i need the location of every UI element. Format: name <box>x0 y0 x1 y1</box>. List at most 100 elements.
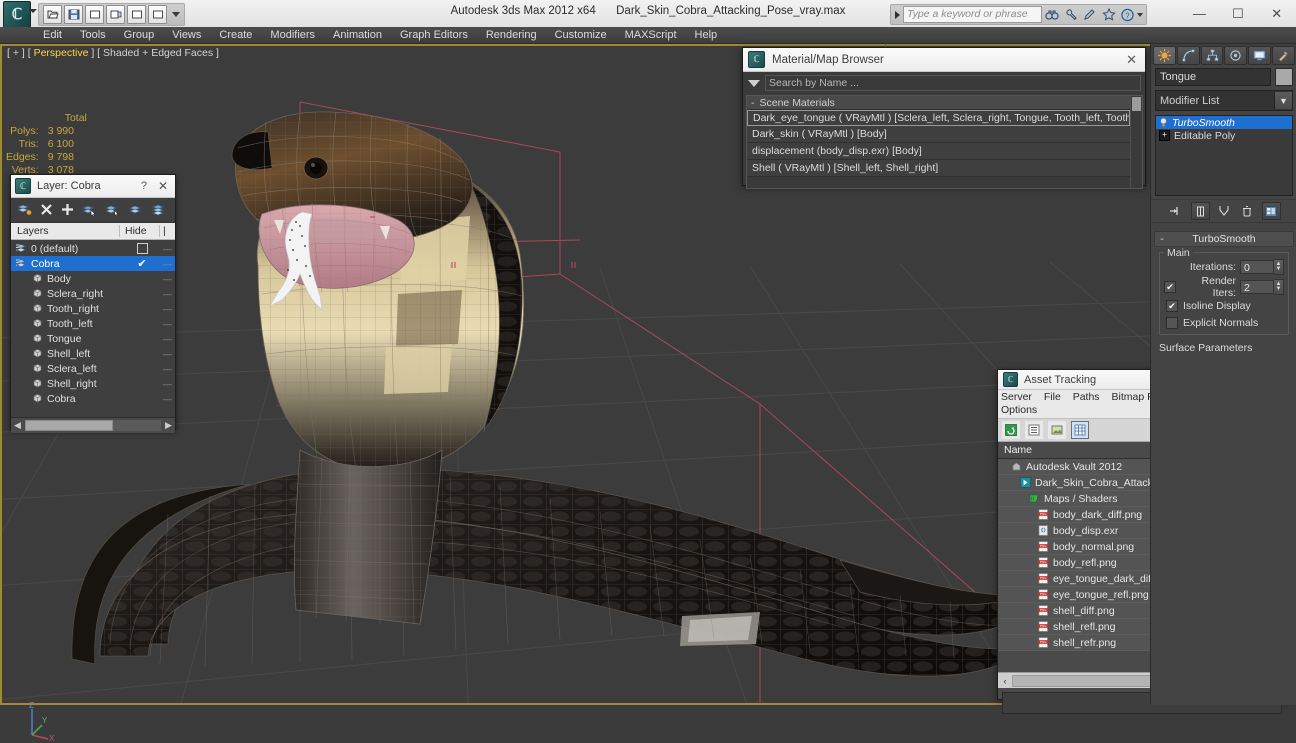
layer-row-color[interactable]: –– <box>159 379 175 389</box>
menu-views[interactable]: Views <box>163 27 210 44</box>
layer-row[interactable]: 0 (default) –– <box>11 241 175 256</box>
grid-view-icon[interactable] <box>1071 421 1089 439</box>
menu-maxscript[interactable]: MAXScript <box>616 27 686 44</box>
material-list[interactable]: Dark_eye_tongue ( VRayMtl ) [Sclera_left… <box>747 110 1130 177</box>
layer-row-color[interactable]: –– <box>159 259 175 269</box>
rollout-collapse-icon[interactable]: - <box>1155 233 1169 245</box>
layer-scroll-thumb[interactable] <box>25 420 113 431</box>
viewport-view-name[interactable]: Perspective <box>34 47 89 59</box>
isoline-display-row[interactable]: ✔ Isoline Display <box>1164 300 1284 312</box>
remove-modifier-icon[interactable] <box>1239 203 1256 219</box>
render-iters-input[interactable]: 2 <box>1240 280 1274 294</box>
layer-row-color[interactable]: –– <box>159 289 175 299</box>
object-name-field[interactable]: Tongue <box>1155 67 1271 86</box>
layer-row-hide-toggle[interactable]: ✔ <box>125 257 159 270</box>
modify-tab[interactable] <box>1176 45 1200 65</box>
material-browser-close-button[interactable]: ✕ <box>1126 52 1140 68</box>
menu-animation[interactable]: Animation <box>324 27 391 44</box>
hierarchy-tab[interactable] <box>1200 45 1224 65</box>
material-row[interactable]: Dark_eye_tongue ( VRayMtl ) [Sclera_left… <box>747 110 1130 126</box>
layer-list[interactable]: 0 (default) –– Cobra ✔ –– Body –– Sclera_right –… <box>11 240 175 417</box>
material-row[interactable]: Shell ( VRayMtl ) [Shell_left, Shell_rig… <box>747 160 1130 177</box>
viewport-shading-mode[interactable]: Shaded + Edged Faces <box>103 47 213 59</box>
iterations-input[interactable]: 0 <box>1240 260 1274 274</box>
layer-dialog-help-button[interactable]: ? <box>133 180 155 192</box>
pen-icon[interactable] <box>1080 5 1099 24</box>
layer-row[interactable]: Tooth_left –– <box>11 316 175 331</box>
scene-materials-group-header[interactable]: - Scene Materials <box>747 96 1130 110</box>
group-collapse-icon[interactable]: - <box>751 97 755 109</box>
layer-horizontal-scrollbar[interactable]: ◀ ▶ <box>11 417 175 433</box>
asset-scroll-left-icon[interactable]: ‹ <box>998 676 1012 686</box>
layer-row[interactable]: Sclera_left –– <box>11 361 175 376</box>
help-dropdown-icon[interactable] <box>1137 12 1143 17</box>
utilities-tab[interactable] <box>1272 45 1295 65</box>
highlight-icon[interactable] <box>104 203 120 219</box>
menu-tools[interactable]: Tools <box>71 27 115 44</box>
list-view-icon[interactable] <box>1025 421 1043 439</box>
layer-row[interactable]: Body –– <box>11 271 175 286</box>
explicit-normals-row[interactable]: Explicit Normals <box>1164 317 1284 329</box>
menu-create[interactable]: Create <box>210 27 261 44</box>
material-browser-vertical-scrollbar[interactable] <box>1130 96 1142 188</box>
chevron-down-icon[interactable]: ▼ <box>1274 92 1292 109</box>
delete-layer-icon[interactable] <box>40 203 53 219</box>
layer-scroll-track[interactable] <box>25 420 161 431</box>
expand-plus-icon[interactable]: + <box>1159 130 1170 141</box>
layer-row-color[interactable]: –– <box>159 394 175 404</box>
render-iters-spinner[interactable]: ▲ ▼ <box>1274 279 1284 295</box>
search-input[interactable]: Type a keyword or phrase <box>903 6 1042 23</box>
display-tab[interactable] <box>1248 45 1272 65</box>
layer-row[interactable]: Cobra –– <box>11 391 175 406</box>
layer-row[interactable]: Shell_left –– <box>11 346 175 361</box>
maximize-button[interactable]: ☐ <box>1219 0 1258 27</box>
layer-row[interactable]: Cobra ✔ –– <box>11 256 175 271</box>
layer-dialog-titlebar[interactable]: ℂ Layer: Cobra ? ✕ <box>11 175 175 198</box>
layer-properties-icon[interactable] <box>151 203 166 219</box>
modifier-list-dropdown[interactable]: Modifier List ▼ <box>1155 90 1293 111</box>
menu-help[interactable]: Help <box>686 27 727 44</box>
layer-dialog-close-button[interactable]: ✕ <box>155 179 171 193</box>
viewport-label[interactable]: [ + ] [ Perspective ] [ Shaded + Edged F… <box>7 47 219 59</box>
layer-row[interactable]: Tongue –– <box>11 331 175 346</box>
search-options-dropdown-icon[interactable] <box>748 79 760 87</box>
layer-row-color[interactable]: –– <box>159 244 175 254</box>
render-iters-checkbox[interactable]: ✔ <box>1164 281 1176 293</box>
layer-row-color[interactable]: –– <box>159 274 175 284</box>
create-tab[interactable] <box>1153 45 1176 65</box>
material-browser-titlebar[interactable]: ℂ Material/Map Browser ✕ <box>743 48 1145 72</box>
asset-menu-options[interactable]: Options <box>1001 404 1046 416</box>
select-objects-icon[interactable] <box>81 203 97 219</box>
layer-row[interactable]: Sclera_right –– <box>11 286 175 301</box>
modifier-stack[interactable]: TurboSmooth + Editable Poly <box>1155 115 1293 196</box>
iterations-spinner[interactable]: ▲ ▼ <box>1274 259 1284 275</box>
layer-row-hide-toggle[interactable] <box>125 243 159 254</box>
motion-tab[interactable] <box>1224 45 1248 65</box>
minimize-button[interactable]: — <box>1180 0 1219 27</box>
modifier-stack-row[interactable]: + Editable Poly <box>1156 129 1292 142</box>
menu-edit[interactable]: Edit <box>34 27 71 44</box>
material-search-input[interactable]: Search by Name ... <box>765 75 1141 91</box>
modifier-stack-row[interactable]: TurboSmooth <box>1156 116 1292 129</box>
object-color-swatch[interactable] <box>1275 67 1293 86</box>
add-to-layer-icon[interactable] <box>61 203 74 219</box>
info-center-expand-icon[interactable] <box>895 10 900 19</box>
thumbnail-view-icon[interactable] <box>1048 421 1066 439</box>
material-scroll-thumb[interactable] <box>1132 97 1141 111</box>
layer-row-color[interactable]: –– <box>159 319 175 329</box>
make-unique-icon[interactable] <box>1216 203 1233 219</box>
help-icon[interactable]: ? <box>1118 5 1137 24</box>
star-icon[interactable] <box>1099 5 1118 24</box>
menu-group[interactable]: Group <box>115 27 164 44</box>
close-button[interactable]: ✕ <box>1257 0 1296 27</box>
layer-row-color[interactable]: –– <box>159 334 175 344</box>
layer-row[interactable]: Tooth_right –– <box>11 301 175 316</box>
set-current-icon[interactable] <box>128 203 143 219</box>
layer-row[interactable]: Shell_right –– <box>11 376 175 391</box>
layer-row-color[interactable]: –– <box>159 364 175 374</box>
pin-stack-icon[interactable] <box>1168 203 1185 219</box>
show-end-result-icon[interactable] <box>1190 202 1210 220</box>
material-row[interactable]: displacement (body_disp.exr) [Body] <box>747 143 1130 160</box>
menu-graph-editors[interactable]: Graph Editors <box>391 27 477 44</box>
explicit-normals-checkbox[interactable] <box>1166 317 1178 329</box>
